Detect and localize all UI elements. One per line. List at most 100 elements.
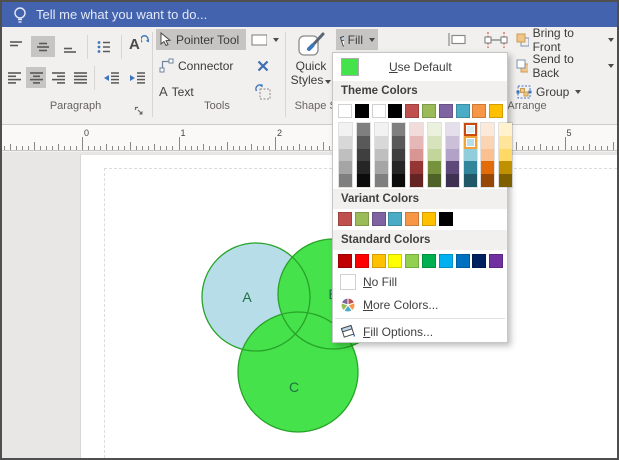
standard-color-swatch[interactable] (472, 254, 486, 268)
theme-variant-swatch[interactable] (499, 161, 512, 174)
theme-variant-swatch[interactable] (392, 161, 405, 174)
text-block-button[interactable] (251, 81, 275, 102)
theme-color-swatch[interactable] (472, 104, 486, 118)
connection-point-button[interactable] (252, 55, 274, 76)
theme-variant-swatch[interactable] (410, 149, 423, 162)
variant-color-swatch[interactable] (439, 212, 453, 226)
theme-variant-swatch[interactable] (428, 174, 441, 187)
theme-variant-swatch[interactable] (375, 174, 388, 187)
theme-variant-swatch[interactable] (428, 136, 441, 149)
theme-color-swatch[interactable] (405, 104, 419, 118)
standard-color-swatch[interactable] (338, 254, 352, 268)
variant-color-swatch[interactable] (355, 212, 369, 226)
fill-options-item[interactable]: Fill Options... (333, 320, 507, 343)
theme-variant-swatch[interactable] (339, 174, 352, 187)
group-button[interactable]: Group (513, 81, 584, 102)
variant-color-swatch[interactable] (372, 212, 386, 226)
standard-color-swatch[interactable] (422, 254, 436, 268)
valign-bottom-button[interactable] (58, 36, 82, 57)
rectangle-tool-button[interactable] (248, 29, 282, 50)
theme-variant-swatch[interactable] (428, 123, 441, 136)
use-default-item[interactable]: Use Default (333, 55, 507, 78)
theme-variant-swatch[interactable] (446, 123, 459, 136)
theme-variant-swatch[interactable] (464, 149, 477, 162)
align-center-button[interactable] (26, 67, 46, 88)
theme-variant-swatch[interactable] (357, 149, 370, 162)
align-button[interactable] (443, 29, 471, 50)
increase-indent-button[interactable] (125, 67, 149, 88)
theme-variant-swatch[interactable] (481, 149, 494, 162)
pointer-tool-button[interactable]: Pointer Tool (156, 29, 246, 50)
theme-color-swatch[interactable] (388, 104, 402, 118)
connector-button[interactable]: Connector (156, 55, 246, 76)
valign-top-button[interactable] (4, 36, 28, 57)
fill-button[interactable]: Fill (336, 29, 378, 50)
theme-variant-swatch[interactable] (410, 174, 423, 187)
quick-styles-button[interactable]: Quick Styles (288, 28, 334, 102)
theme-color-swatch[interactable] (422, 104, 436, 118)
theme-variant-swatch[interactable] (446, 136, 459, 149)
theme-variant-swatch[interactable] (375, 161, 388, 174)
theme-variant-swatch[interactable] (446, 174, 459, 187)
standard-color-swatch[interactable] (355, 254, 369, 268)
theme-variant-swatch[interactable] (357, 123, 370, 136)
theme-variant-swatch[interactable] (410, 136, 423, 149)
theme-variant-swatch[interactable] (428, 149, 441, 162)
text-tool-button[interactable]: A Text (156, 81, 246, 102)
theme-variant-swatch[interactable] (392, 149, 405, 162)
theme-variant-swatch[interactable] (339, 123, 352, 136)
standard-color-swatch[interactable] (405, 254, 419, 268)
theme-variant-swatch[interactable] (375, 123, 388, 136)
theme-variant-swatch[interactable] (339, 161, 352, 174)
decrease-indent-button[interactable] (99, 67, 123, 88)
align-right-button[interactable] (48, 67, 68, 88)
rotate-text-button[interactable]: A (126, 34, 152, 55)
theme-color-swatch[interactable] (439, 104, 453, 118)
variant-color-swatch[interactable] (338, 212, 352, 226)
theme-variant-swatch[interactable] (464, 136, 477, 149)
theme-variant-swatch[interactable] (357, 136, 370, 149)
standard-color-swatch[interactable] (388, 254, 402, 268)
theme-variant-swatch[interactable] (375, 136, 388, 149)
align-left-button[interactable] (4, 67, 24, 88)
no-fill-item[interactable]: No Fill (333, 270, 507, 293)
theme-variant-swatch[interactable] (375, 149, 388, 162)
theme-variant-swatch[interactable] (464, 161, 477, 174)
standard-color-swatch[interactable] (372, 254, 386, 268)
theme-variant-swatch[interactable] (464, 174, 477, 187)
theme-variant-swatch[interactable] (499, 149, 512, 162)
position-button[interactable] (480, 29, 512, 50)
theme-variant-swatch[interactable] (464, 123, 477, 136)
bullets-button[interactable] (92, 36, 116, 57)
theme-variant-swatch[interactable] (499, 136, 512, 149)
valign-middle-button[interactable] (31, 36, 55, 57)
theme-variant-swatch[interactable] (481, 136, 494, 149)
theme-variant-swatch[interactable] (357, 174, 370, 187)
variant-color-swatch[interactable] (388, 212, 402, 226)
standard-color-swatch[interactable] (456, 254, 470, 268)
theme-color-swatch[interactable] (355, 104, 369, 118)
standard-color-swatch[interactable] (489, 254, 503, 268)
more-colors-item[interactable]: More Colors... (333, 293, 507, 316)
theme-variant-swatch[interactable] (481, 174, 494, 187)
theme-variant-swatch[interactable] (357, 161, 370, 174)
variant-color-swatch[interactable] (422, 212, 436, 226)
variant-color-swatch[interactable] (405, 212, 419, 226)
justify-button[interactable] (70, 67, 90, 88)
theme-variant-swatch[interactable] (410, 161, 423, 174)
theme-variant-swatch[interactable] (339, 136, 352, 149)
theme-variant-swatch[interactable] (481, 123, 494, 136)
theme-variant-swatch[interactable] (392, 136, 405, 149)
theme-variant-swatch[interactable] (499, 123, 512, 136)
theme-variant-swatch[interactable] (428, 161, 441, 174)
theme-variant-swatch[interactable] (392, 123, 405, 136)
theme-variant-swatch[interactable] (392, 174, 405, 187)
theme-variant-swatch[interactable] (499, 174, 512, 187)
theme-variant-swatch[interactable] (481, 161, 494, 174)
theme-variant-swatch[interactable] (446, 149, 459, 162)
theme-color-swatch[interactable] (338, 104, 352, 118)
theme-variant-swatch[interactable] (339, 149, 352, 162)
theme-variant-swatch[interactable] (410, 123, 423, 136)
bring-to-front-button[interactable]: Bring to Front (513, 29, 617, 50)
standard-color-swatch[interactable] (439, 254, 453, 268)
